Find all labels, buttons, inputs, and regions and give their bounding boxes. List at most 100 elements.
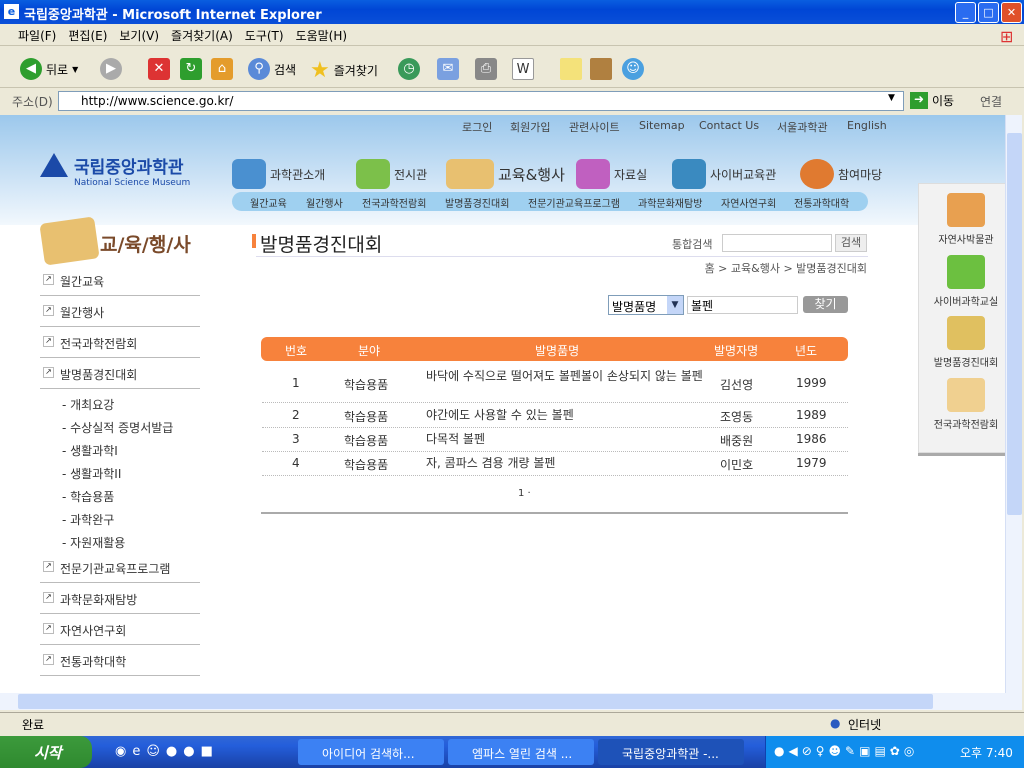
site-search-button[interactable]: 검색 — [835, 234, 867, 252]
menu-edit[interactable]: 편집(E) — [62, 24, 113, 47]
related-sites-link[interactable]: 관련사이트 — [569, 119, 620, 135]
maximize-button[interactable]: □ — [978, 2, 999, 23]
scroll-thumb[interactable] — [18, 694, 933, 709]
sub-menu-item[interactable]: 월간행사 — [306, 195, 343, 210]
main-menu-label: 교육&행사 — [498, 165, 565, 184]
contact-link[interactable]: Contact Us — [699, 119, 759, 132]
seoul-science-link[interactable]: 서울과학관 — [777, 119, 828, 135]
banner-label: 발명품경진대회 — [933, 358, 999, 369]
task-button[interactable]: 엠파스 열린 검색 ... — [448, 739, 594, 765]
left-sub-item[interactable]: - 생활과학II — [62, 465, 121, 482]
left-menu-invention-contest[interactable]: 발명품경진대회 — [40, 358, 200, 389]
menu-tools[interactable]: 도구(T) — [239, 24, 290, 47]
keyword-input[interactable] — [687, 296, 798, 314]
print-button[interactable]: ⎙ — [475, 58, 497, 80]
left-sub-item[interactable]: - 생활과학I — [62, 442, 118, 459]
menu-view[interactable]: 보기(V) — [113, 24, 165, 47]
windows-logo-icon: ⊞ — [1000, 27, 1014, 46]
sub-menu-item[interactable]: 월간교육 — [250, 195, 287, 210]
site-search-input[interactable] — [722, 234, 832, 252]
banner-invention-contest[interactable]: 발명품경진대회 — [928, 316, 1004, 369]
sub-menu-item[interactable]: 전통과학대학 — [794, 195, 849, 210]
start-button[interactable]: 시작 — [0, 736, 92, 768]
left-menu-heritage[interactable]: 과학문화재탐방 — [40, 583, 200, 614]
search-field-select[interactable]: 발명품명 ▼ — [608, 295, 684, 315]
address-dropdown-icon[interactable]: ▼ — [888, 93, 895, 103]
vertical-scrollbar[interactable] — [1005, 115, 1022, 693]
history-button[interactable]: ◷ — [398, 58, 420, 80]
table-row[interactable]: 4 학습용품 자, 콤파스 겸용 개량 볼펜 이민호 1979 — [262, 452, 848, 476]
banner-natural-history[interactable]: 자연사박물관 — [928, 193, 1004, 246]
sub-menu-item[interactable]: 전문기관교육프로그램 — [528, 195, 620, 210]
sub-menu-item[interactable]: 과학문화재탐방 — [638, 195, 702, 210]
row-invention-name[interactable]: 야간에도 사용할 수 있는 볼펜 — [426, 408, 706, 423]
sub-menu-item[interactable]: 자연사연구회 — [721, 195, 776, 210]
address-input[interactable]: http://www.science.go.kr/ — [58, 91, 904, 111]
table-row[interactable]: 2 학습용품 야간에도 사용할 수 있는 볼펜 조영동 1989 — [262, 404, 848, 428]
home-icon: ⌂ — [211, 58, 233, 80]
row-invention-name[interactable]: 바닥에 수직으로 떨어져도 볼펜볼이 손상되지 않는 볼펜 — [426, 369, 706, 384]
left-sub-item[interactable]: - 개최요강 — [62, 396, 114, 413]
research-button[interactable] — [590, 58, 612, 80]
row-invention-name[interactable]: 자, 콤파스 겸용 개량 볼펜 — [426, 456, 706, 471]
tray-icons[interactable]: ●◀⊘♀☻✎▣▤✿◎ — [774, 744, 918, 758]
main-menu-cyber[interactable]: 사이버교육관 — [672, 159, 776, 189]
main-menu-education[interactable]: 교육&행사 — [446, 159, 565, 189]
back-button[interactable]: ◀ 뒤로 ▼ — [20, 58, 78, 80]
main-menu-archive[interactable]: 자료실 — [576, 159, 647, 189]
find-button[interactable]: 찾기 — [803, 296, 848, 313]
close-button[interactable]: ✕ — [1001, 2, 1022, 23]
go-button[interactable]: ➜ 이동 — [910, 92, 954, 109]
left-sub-item[interactable]: - 학습용품 — [62, 488, 114, 505]
search-button[interactable]: ⚲ 검색 — [248, 58, 296, 80]
pagination[interactable]: 1 · — [518, 488, 531, 499]
banner-cyber-class[interactable]: 사이버과학교실 — [928, 255, 1004, 308]
left-menu-monthly-education[interactable]: 월간교육 — [40, 265, 200, 296]
discuss-button[interactable] — [560, 58, 582, 80]
home-button[interactable]: ⌂ — [211, 58, 233, 80]
forward-button[interactable]: ▶ — [100, 58, 122, 80]
task-button[interactable]: 아이디어 검색하... — [298, 739, 444, 765]
sub-menu-item[interactable]: 발명품경진대회 — [445, 195, 509, 210]
table-row[interactable]: 3 학습용품 다목적 볼펜 배중원 1986 — [262, 428, 848, 452]
main-menu-participate[interactable]: 참여마당 — [800, 159, 882, 189]
horizontal-scrollbar[interactable] — [0, 693, 1022, 710]
row-number: 2 — [292, 408, 300, 422]
taskbar: 시작 ◉e☺●●■ 아이디어 검색하... 엠파스 열린 검색 ... 국립중앙… — [0, 736, 1024, 768]
refresh-button[interactable]: ↻ — [180, 58, 202, 80]
join-link[interactable]: 회원가입 — [510, 119, 550, 135]
mail-button[interactable]: ✉ — [437, 58, 459, 80]
menu-help[interactable]: 도움말(H) — [290, 24, 354, 47]
table-row[interactable]: 1 학습용품 바닥에 수직으로 떨어져도 볼펜볼이 손상되지 않는 볼펜 김선영 199… — [262, 365, 848, 403]
links-button[interactable]: 연결 — [980, 93, 1002, 110]
login-link[interactable]: 로그인 — [462, 119, 492, 135]
minimize-button[interactable]: _ — [955, 2, 976, 23]
left-sub-item[interactable]: - 수상실적 증명서발급 — [62, 419, 173, 436]
row-invention-name[interactable]: 다목적 볼펜 — [426, 432, 706, 447]
left-menu-science-exhibition[interactable]: 전국과학전람회 — [40, 327, 200, 358]
left-menu-monthly-events[interactable]: 월간행사 — [40, 296, 200, 327]
task-button-active[interactable]: 국립중앙과학관 -... — [598, 739, 744, 765]
banner-science-exhibition[interactable]: 전국과학전람회 — [928, 378, 1004, 431]
edit-button[interactable]: W — [512, 58, 534, 80]
site-logo[interactable]: 국립중앙과학관 National Science Museum — [40, 153, 190, 188]
left-sub-item[interactable]: - 자원재활용 — [62, 534, 125, 551]
messenger-button[interactable]: ☺ — [622, 58, 644, 80]
menu-file[interactable]: 파일(F) — [12, 24, 62, 47]
left-menu-programs[interactable]: 전문기관교육프로그램 — [40, 552, 200, 583]
scroll-thumb[interactable] — [1007, 133, 1022, 515]
sub-menu-item[interactable]: 전국과학전람회 — [362, 195, 426, 210]
clock: 오후 7:40 — [960, 746, 1013, 760]
left-sub-item[interactable]: - 과학완구 — [62, 511, 114, 528]
main-menu-label: 참여마당 — [838, 167, 883, 182]
quick-launch-icons[interactable]: ◉e☺●●■ — [115, 744, 219, 759]
left-menu-natural-history[interactable]: 자연사연구회 — [40, 614, 200, 645]
main-menu-about[interactable]: 과학관소개 — [232, 159, 325, 189]
stop-button[interactable]: ✕ — [148, 58, 170, 80]
menu-favorites[interactable]: 즐겨찾기(A) — [165, 24, 239, 47]
left-menu-traditional-science[interactable]: 전통과학대학 — [40, 645, 200, 676]
sitemap-link[interactable]: Sitemap — [639, 119, 685, 132]
favorites-button[interactable]: ★ 즐겨찾기 — [310, 58, 378, 83]
main-menu-exhibit[interactable]: 전시관 — [356, 159, 427, 189]
english-link[interactable]: English — [847, 119, 887, 132]
